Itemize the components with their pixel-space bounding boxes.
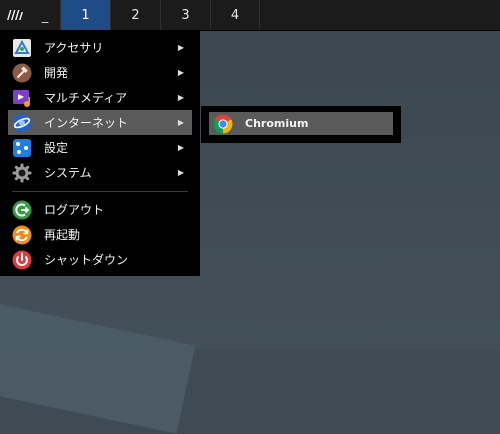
menu-item-settings[interactable]: 設定 ▶ bbox=[8, 135, 192, 160]
application-menu: アクセサリ ▶ 開発 ▶ マルチメディア ▶ インターネット ▶ 設定 ▶ シス… bbox=[0, 31, 200, 276]
menu-item-label: 設定 bbox=[44, 141, 69, 155]
desktop-decoration bbox=[0, 300, 196, 434]
menu-item-label: 開発 bbox=[44, 66, 69, 80]
accessories-icon bbox=[12, 38, 32, 58]
submenu-arrow-icon: ▶ bbox=[177, 93, 184, 102]
menu-item-logout[interactable]: ログアウト bbox=[8, 197, 192, 222]
menu-item-multimedia[interactable]: マルチメディア ▶ bbox=[8, 85, 192, 110]
menu-item-label: インターネット bbox=[44, 116, 129, 130]
submenu-arrow-icon: ▶ bbox=[177, 118, 184, 127]
submenu-item-chromium[interactable]: Chromium bbox=[209, 112, 393, 135]
menu-separator bbox=[12, 191, 188, 192]
app-menu-logo-button[interactable] bbox=[0, 0, 30, 30]
workspace-1-button[interactable]: 1 bbox=[60, 0, 110, 30]
workspace-2-button[interactable]: 2 bbox=[110, 0, 160, 30]
menu-item-label: ログアウト bbox=[44, 203, 105, 217]
system-gear-icon bbox=[12, 163, 32, 183]
menu-item-development[interactable]: 開発 ▶ bbox=[8, 60, 192, 85]
show-desktop-button[interactable]: _ bbox=[30, 0, 60, 30]
submenu-item-label: Chromium bbox=[245, 117, 309, 130]
menu-item-label: システム bbox=[44, 166, 92, 180]
chromium-icon bbox=[213, 114, 233, 134]
submenu-arrow-icon: ▶ bbox=[177, 168, 184, 177]
workspace-label: 2 bbox=[131, 7, 140, 23]
development-hammer-icon bbox=[12, 63, 32, 83]
workspace-label: 4 bbox=[230, 7, 240, 23]
menu-item-internet[interactable]: インターネット ▶ bbox=[8, 110, 192, 135]
shutdown-icon bbox=[12, 250, 32, 270]
menu-item-label: マルチメディア bbox=[44, 91, 128, 105]
logo-icon bbox=[7, 10, 23, 20]
workspace-label: 3 bbox=[181, 7, 190, 23]
restart-icon bbox=[12, 225, 32, 245]
workspace-4-button[interactable]: 4 bbox=[210, 0, 260, 30]
submenu-arrow-icon: ▶ bbox=[177, 43, 184, 52]
show-desktop-label: _ bbox=[41, 9, 49, 24]
settings-icon bbox=[12, 138, 32, 158]
menu-item-label: シャットダウン bbox=[44, 253, 129, 267]
menu-item-system[interactable]: システム ▶ bbox=[8, 160, 192, 185]
menu-item-restart[interactable]: 再起動 bbox=[8, 222, 192, 247]
workspace-label: 1 bbox=[81, 7, 90, 23]
multimedia-icon bbox=[12, 88, 32, 108]
menu-item-accessories[interactable]: アクセサリ ▶ bbox=[8, 35, 192, 60]
menu-item-label: 再起動 bbox=[44, 228, 81, 242]
internet-submenu: Chromium bbox=[201, 106, 401, 143]
menu-item-shutdown[interactable]: シャットダウン bbox=[8, 247, 192, 272]
submenu-arrow-icon: ▶ bbox=[177, 143, 184, 152]
logout-icon bbox=[12, 200, 32, 220]
top-panel: _ 1 2 3 4 bbox=[0, 0, 500, 31]
submenu-arrow-icon: ▶ bbox=[177, 68, 184, 77]
menu-item-label: アクセサリ bbox=[44, 41, 104, 55]
internet-globe-icon bbox=[12, 113, 32, 133]
workspace-3-button[interactable]: 3 bbox=[160, 0, 210, 30]
